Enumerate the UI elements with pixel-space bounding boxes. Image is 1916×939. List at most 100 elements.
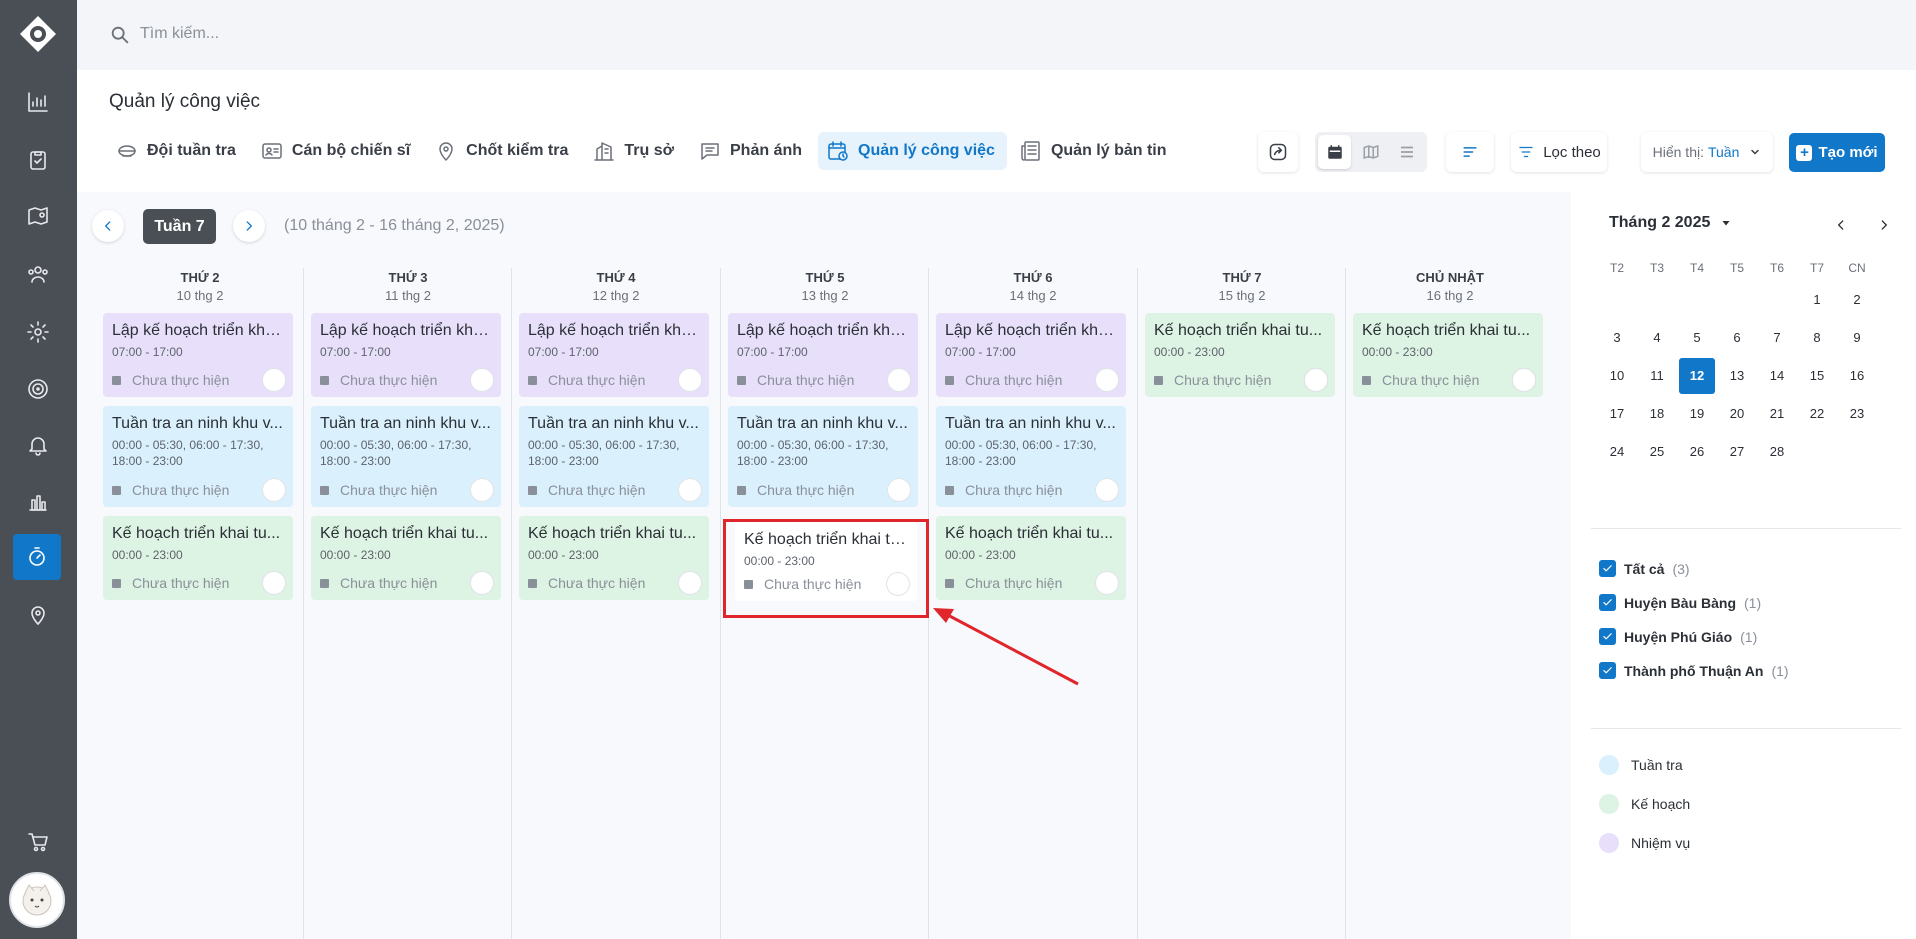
event-card[interactable]: Tuần tra an ninh khu v... 00:00 - 05:30,… <box>728 406 918 507</box>
prev-month-button[interactable] <box>1830 214 1852 236</box>
divider <box>1591 728 1901 729</box>
event-card[interactable]: Lập kế hoạch triển kha... 07:00 - 17:00 … <box>728 313 918 397</box>
clipboard-check-icon[interactable] <box>22 144 54 176</box>
gear-icon[interactable] <box>22 316 54 348</box>
event-card[interactable]: Tuần tra an ninh khu v... 00:00 - 05:30,… <box>936 406 1126 507</box>
sort-button[interactable] <box>1446 132 1494 172</box>
mini-calendar-day[interactable]: 12 <box>1679 358 1715 394</box>
mini-calendar-day[interactable]: 8 <box>1799 320 1835 356</box>
mini-calendar-day[interactable]: 17 <box>1599 396 1635 432</box>
mini-calendar-day[interactable]: 20 <box>1719 396 1755 432</box>
event-card[interactable]: Lập kế hoạch triển kha... 07:00 - 17:00 … <box>311 313 501 397</box>
event-card[interactable]: Kế hoạch triển khai tu... 00:00 - 23:00 … <box>103 516 293 600</box>
day-column-sun: CHỦ NHẬT 16 thg 2 Kế hoạch triển khai tu… <box>1346 268 1554 939</box>
mini-calendar-empty <box>1839 434 1875 470</box>
filter-checkbox-phu-giao[interactable]: Huyện Phú Giáo (1) <box>1599 628 1757 645</box>
legend-ke-hoach: Kế hoạch <box>1599 794 1690 814</box>
event-card[interactable]: Lập kế hoạch triển kha... 07:00 - 17:00 … <box>519 313 709 397</box>
mini-calendar-weekdays: T2 T3 T4 T5 T6 T7 CN <box>1599 256 1883 280</box>
filter-checkbox-all[interactable]: Tất cả (3) <box>1599 560 1690 577</box>
mini-calendar-day[interactable]: 10 <box>1599 358 1635 394</box>
mini-calendar-day[interactable]: 13 <box>1719 358 1755 394</box>
mini-calendar-day[interactable]: 7 <box>1759 320 1795 356</box>
tab-can-bo-chien-si[interactable]: Cán bộ chiến sĩ <box>252 132 422 170</box>
tab-doi-tuan-tra[interactable]: Đội tuần tra <box>107 132 248 170</box>
calendar-clock-icon <box>828 141 848 161</box>
chevron-left-icon <box>105 221 111 231</box>
mini-calendar-day[interactable]: 11 <box>1639 358 1675 394</box>
event-card[interactable]: Tuần tra an ninh khu v... 00:00 - 05:30,… <box>519 406 709 507</box>
mini-calendar-day[interactable]: 1 <box>1799 282 1835 318</box>
filter-checkbox-bau-bang[interactable]: Huyện Bàu Bàng (1) <box>1599 594 1761 611</box>
display-select[interactable]: Hiển thị: Tuần <box>1641 132 1773 172</box>
mini-calendar-day[interactable]: 15 <box>1799 358 1835 394</box>
bar-chart-icon[interactable] <box>22 86 54 118</box>
tab-phan-anh[interactable]: Phản ánh <box>690 132 814 170</box>
bell-icon[interactable] <box>22 429 54 461</box>
mini-calendar-day[interactable]: 6 <box>1719 320 1755 356</box>
stopwatch-icon[interactable] <box>13 534 61 580</box>
event-card[interactable]: Kế hoạch triển khai tu... 00:00 - 23:00 … <box>1145 313 1335 397</box>
avatar <box>887 478 911 502</box>
cart-icon[interactable] <box>22 826 54 858</box>
tab-chot-kiem-tra[interactable]: Chốt kiểm tra <box>426 132 580 170</box>
location-user-icon[interactable] <box>22 599 54 631</box>
app-logo[interactable] <box>18 14 58 54</box>
next-week-button[interactable] <box>233 210 265 242</box>
mini-calendar-day[interactable]: 9 <box>1839 320 1875 356</box>
mini-calendar-day[interactable]: 28 <box>1759 434 1795 470</box>
mini-calendar-day[interactable]: 27 <box>1719 434 1755 470</box>
calendar-view-button[interactable] <box>1318 135 1352 169</box>
event-card[interactable]: Lập kế hoạch triển kha... 07:00 - 17:00 … <box>103 313 293 397</box>
mini-calendar-day[interactable]: 23 <box>1839 396 1875 432</box>
map-view-button[interactable] <box>1354 135 1387 169</box>
create-button[interactable]: + Tạo mới <box>1789 133 1885 172</box>
filter-button[interactable]: Lọc theo <box>1511 132 1607 172</box>
event-card[interactable]: Tuần tra an ninh khu v... 00:00 - 05:30,… <box>103 406 293 507</box>
mini-calendar-day[interactable]: 19 <box>1679 396 1715 432</box>
export-button[interactable] <box>1258 132 1298 172</box>
status-badge: Chưa thực hiện <box>528 575 645 591</box>
event-card[interactable]: Kế hoạch triển khai tu... 00:00 - 23:00 … <box>311 516 501 600</box>
patrol-icon <box>118 145 136 157</box>
target-icon[interactable] <box>22 373 54 405</box>
next-month-button[interactable] <box>1873 214 1895 236</box>
mini-calendar-day[interactable]: 5 <box>1679 320 1715 356</box>
column-chart-icon[interactable] <box>22 486 54 518</box>
search-input[interactable] <box>140 20 740 48</box>
mini-calendar-day[interactable]: 21 <box>1759 396 1795 432</box>
event-card[interactable]: Tuần tra an ninh khu v... 00:00 - 05:30,… <box>311 406 501 507</box>
mini-calendar-day[interactable]: 26 <box>1679 434 1715 470</box>
status-badge: Chưa thực hiện <box>112 372 229 388</box>
mini-calendar-day[interactable]: 25 <box>1639 434 1675 470</box>
tab-quan-ly-ban-tin[interactable]: Quản lý bản tin <box>1011 132 1179 170</box>
event-card[interactable]: Kế hoạch triển khai tu... 00:00 - 23:00 … <box>519 516 709 600</box>
share-icon <box>1269 143 1287 161</box>
mini-calendar-week: 24 25 26 27 28 <box>1599 434 1883 470</box>
mini-calendar-day[interactable]: 4 <box>1639 320 1675 356</box>
mini-calendar-day[interactable]: 16 <box>1839 358 1875 394</box>
comment-icon <box>701 143 719 160</box>
event-card[interactable]: Lập kế hoạch triển kha... 07:00 - 17:00 … <box>936 313 1126 397</box>
filter-checkbox-thuan-an[interactable]: Thành phố Thuận An (1) <box>1599 662 1789 679</box>
event-card[interactable]: Kế hoạch triển khai tu... 00:00 - 23:00 … <box>936 516 1126 600</box>
tab-quan-ly-cong-viec[interactable]: Quản lý công việc <box>818 132 1007 170</box>
checkbox-checked-icon <box>1599 662 1616 679</box>
map-pin-icon[interactable] <box>22 200 54 232</box>
mini-calendar-month-select[interactable]: Tháng 2 2025 <box>1609 214 1732 232</box>
mini-calendar-day[interactable]: 22 <box>1799 396 1835 432</box>
list-view-button[interactable] <box>1391 135 1424 169</box>
prev-week-button[interactable] <box>92 210 124 242</box>
mini-calendar-day[interactable]: 24 <box>1599 434 1635 470</box>
event-card[interactable]: Kế hoạch triển khai tu... 00:00 - 23:00 … <box>1353 313 1543 397</box>
mini-calendar-day[interactable]: 2 <box>1839 282 1875 318</box>
mini-calendar-day[interactable]: 18 <box>1639 396 1675 432</box>
status-badge: Chưa thực hiện <box>1154 372 1271 388</box>
weekday-label: T5 <box>1729 261 1744 275</box>
avatar[interactable] <box>9 872 65 928</box>
team-icon[interactable] <box>22 258 54 290</box>
tab-tru-so[interactable]: Trụ sở <box>584 132 686 170</box>
mini-calendar-day[interactable]: 3 <box>1599 320 1635 356</box>
mini-calendar-day[interactable]: 14 <box>1759 358 1795 394</box>
avatar <box>262 368 286 392</box>
